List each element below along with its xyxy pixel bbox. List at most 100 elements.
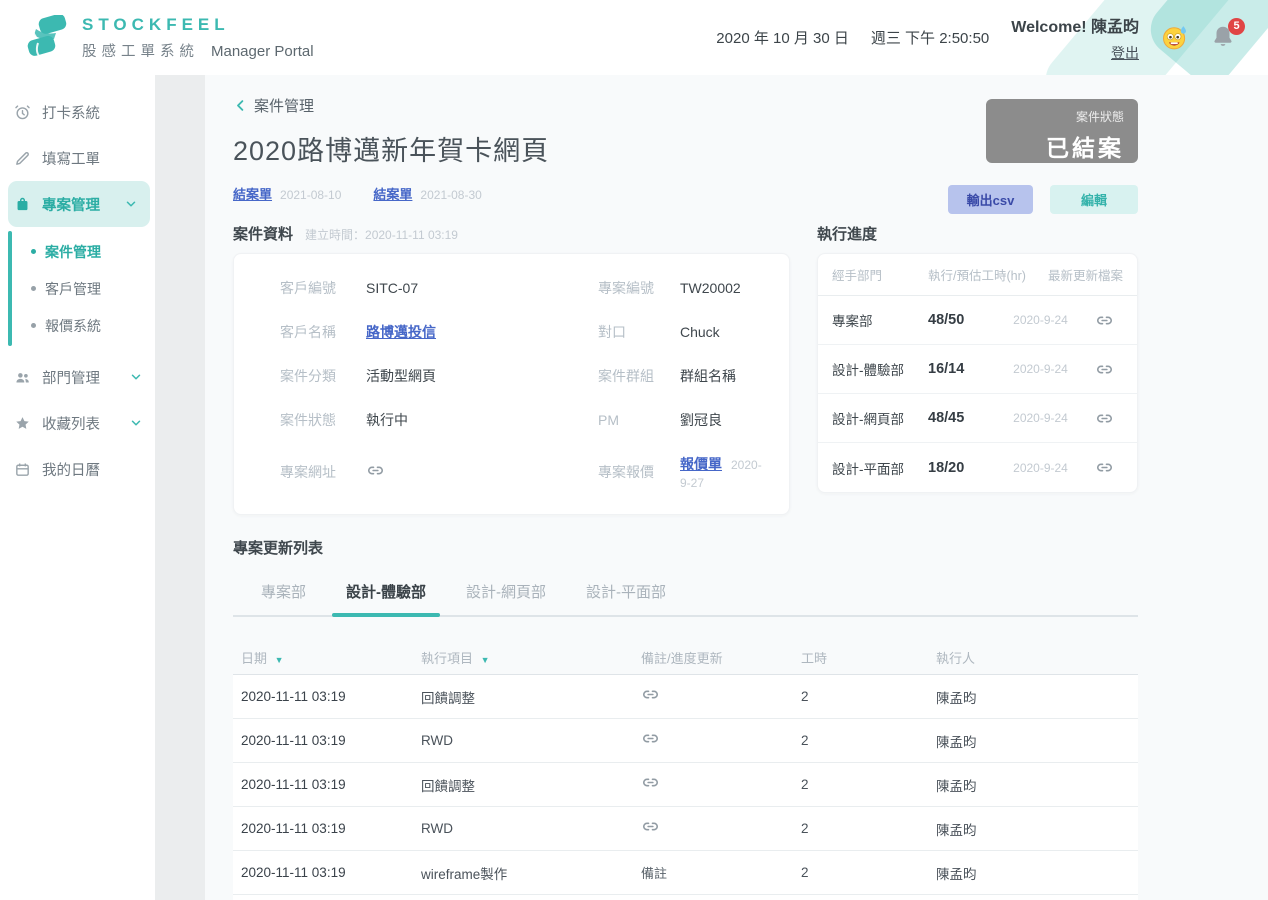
- update-date: 2020-11-11 03:19: [241, 777, 346, 792]
- closing-doc-0: 結案單 2021-08-10: [233, 184, 341, 203]
- case-field-value: TW20002: [680, 280, 741, 296]
- sidebar-item-label: 部門管理: [42, 370, 100, 387]
- closing-doc-link[interactable]: 結案單: [233, 184, 272, 203]
- progress-hours: 18/20: [928, 459, 965, 476]
- status-value: 已結案: [1046, 135, 1124, 161]
- closing-doc-date: 2021-08-30: [420, 188, 482, 202]
- updates-col-1[interactable]: 執行項目 ▼: [421, 648, 641, 667]
- case-created-time: 建立時間：2020-11-11 03:19: [305, 228, 458, 242]
- case-field-value: 群組名稱: [680, 368, 736, 384]
- case-status-card: 案件狀態 已結案: [986, 99, 1138, 163]
- progress-date: 2020-9-24: [1013, 362, 1068, 376]
- tab-2[interactable]: 設計-網頁部: [462, 572, 550, 615]
- link-icon[interactable]: [1095, 458, 1114, 477]
- case-field-link[interactable]: 報價單: [680, 456, 722, 472]
- progress-date: 2020-9-24: [1013, 411, 1068, 425]
- updates-table-header: 日期 ▼ 執行項目 ▼ 備註/進度更新 工時 執行人: [233, 641, 1138, 675]
- sidebar-subitem-label: 案件管理: [45, 243, 101, 260]
- logout-link[interactable]: 登出: [1111, 43, 1139, 63]
- breadcrumb-label: 案件管理: [254, 98, 315, 115]
- clock-icon: [14, 104, 31, 121]
- closing-doc-1: 結案單 2021-08-30: [373, 184, 481, 203]
- sidebar-submenu: 案件管理客戶管理 報價系統: [0, 227, 155, 354]
- link-icon[interactable]: [641, 773, 660, 792]
- case-field-value: Chuck: [680, 324, 720, 340]
- sidebar-item-1[interactable]: 填寫工單: [0, 135, 155, 181]
- updates-col-2: 備註/進度更新: [641, 651, 723, 666]
- update-person: 陳孟昀: [936, 822, 977, 838]
- sidebar-subitem-1[interactable]: 客戶管理: [0, 270, 155, 307]
- update-date: 2020-11-11 03:19: [241, 689, 346, 704]
- link-icon[interactable]: [366, 461, 385, 480]
- updates-col-3: 工時: [801, 651, 828, 666]
- update-note: [641, 773, 801, 797]
- sidebar-subitem-0[interactable]: 案件管理: [0, 233, 155, 270]
- department-tabs: 專案部 設計-體驗部 設計-網頁部 設計-平面部: [233, 572, 1138, 617]
- progress-dept: 專案部: [832, 314, 873, 329]
- link-icon[interactable]: [1095, 311, 1114, 330]
- update-person: 陳孟昀: [936, 778, 977, 794]
- case-field-label: 專案網址: [280, 464, 336, 480]
- closing-doc-link[interactable]: 結案單: [373, 184, 412, 203]
- case-field-label: 案件狀態: [280, 412, 336, 428]
- update-row-1: 2020-11-11 03:19 RWD 2 陳孟昀: [233, 719, 1138, 763]
- sort-arrow-icon: ▼: [480, 655, 490, 665]
- link-icon[interactable]: [641, 817, 660, 836]
- case-field-value: 劉冠良: [680, 412, 722, 428]
- update-date: 2020-11-11 03:19: [241, 733, 346, 748]
- update-item: RWD: [421, 821, 453, 836]
- link-icon[interactable]: [641, 729, 660, 748]
- main-content: 案件管理 2020路博邁新年賀卡網頁 結案單 2021-08-10 結案單 2021-…: [205, 75, 1268, 900]
- update-row-5: 2020-11-11 03:19wireframe製作2陳孟昀: [233, 895, 1138, 900]
- link-icon[interactable]: [1095, 360, 1114, 379]
- update-date: 2020-11-11 03:19: [241, 865, 346, 880]
- edit-button[interactable]: 編輯: [1050, 185, 1138, 214]
- tab-0[interactable]: 專案部: [257, 572, 310, 615]
- sidebar-item-5[interactable]: 我的日曆: [0, 446, 155, 492]
- update-person: 陳孟昀: [936, 734, 977, 750]
- case-field-link[interactable]: 路博邁投信: [366, 324, 436, 340]
- brand-subtitle-zh: 股感工單系統: [82, 43, 199, 60]
- sidebar-item-0[interactable]: 打卡系統: [0, 89, 155, 135]
- export-csv-button[interactable]: 輸出csv: [948, 185, 1033, 214]
- chevron-down-icon: [129, 416, 143, 430]
- update-date: 2020-11-11 03:19: [241, 821, 346, 836]
- case-info-card: 客戶編號 SITC-07 專案編號 TW20002 客戶名稱 路博邁投信 對口 Chuck 案件…: [233, 253, 790, 515]
- case-field-value: 活動型網頁: [366, 368, 436, 384]
- sidebar-item-2[interactable]: 專案管理: [8, 181, 150, 227]
- case-field-value: 執行中: [366, 412, 408, 428]
- update-hours: 2: [801, 821, 809, 836]
- tab-1[interactable]: 設計-體驗部: [332, 572, 441, 617]
- case-field-value: [366, 461, 598, 483]
- updates-heading: 專案更新列表: [233, 540, 324, 557]
- chevron-left-icon: [233, 98, 248, 113]
- update-item: 回饋調整: [421, 690, 475, 706]
- sort-arrow-icon: ▼: [274, 655, 284, 665]
- tab-3[interactable]: 設計-平面部: [582, 572, 670, 615]
- sidebar-gutter: [155, 75, 205, 900]
- update-hours: 2: [801, 777, 809, 792]
- brand-name: STOCKFEEL: [82, 14, 230, 34]
- sidebar-item-3[interactable]: 部門管理: [0, 354, 155, 400]
- update-row-2: 2020-11-11 03:19 回饋調整 2 陳孟昀: [233, 763, 1138, 807]
- link-icon[interactable]: [1095, 409, 1114, 428]
- sidebar-item-4[interactable]: 收藏列表: [0, 400, 155, 446]
- sidebar-item-label: 我的日曆: [42, 462, 100, 479]
- progress-card: 經手部門 執行/預估工時(hr) 最新更新檔案 專案部 48/50 2020-9-2…: [817, 253, 1138, 493]
- case-field-label: 案件分類: [280, 368, 336, 384]
- update-row-4: 2020-11-11 03:19 wireframe製作 備註 2 陳孟昀: [233, 851, 1138, 895]
- bullet-icon: [31, 249, 36, 254]
- sidebar: 打卡系統 填寫工單 專案管理案件管理客戶管理 報價系統部門管理收藏列表我的日曆: [0, 75, 155, 900]
- update-note: 備註: [641, 863, 801, 883]
- updates-col-0[interactable]: 日期 ▼: [241, 648, 421, 667]
- bell-icon[interactable]: 5: [1210, 17, 1245, 52]
- sidebar-subitem-2[interactable]: 報價系統: [0, 307, 155, 344]
- case-field-value: SITC-07: [366, 280, 419, 296]
- update-item: wireframe製作: [421, 866, 508, 882]
- closing-doc-date: 2021-08-10: [280, 188, 342, 202]
- case-field-label: 客戶編號: [280, 280, 336, 296]
- link-icon[interactable]: [641, 685, 660, 704]
- case-field-value: 路博邁投信: [366, 322, 598, 342]
- case-field-label: 對口: [598, 324, 626, 340]
- update-hours: 2: [801, 865, 809, 880]
